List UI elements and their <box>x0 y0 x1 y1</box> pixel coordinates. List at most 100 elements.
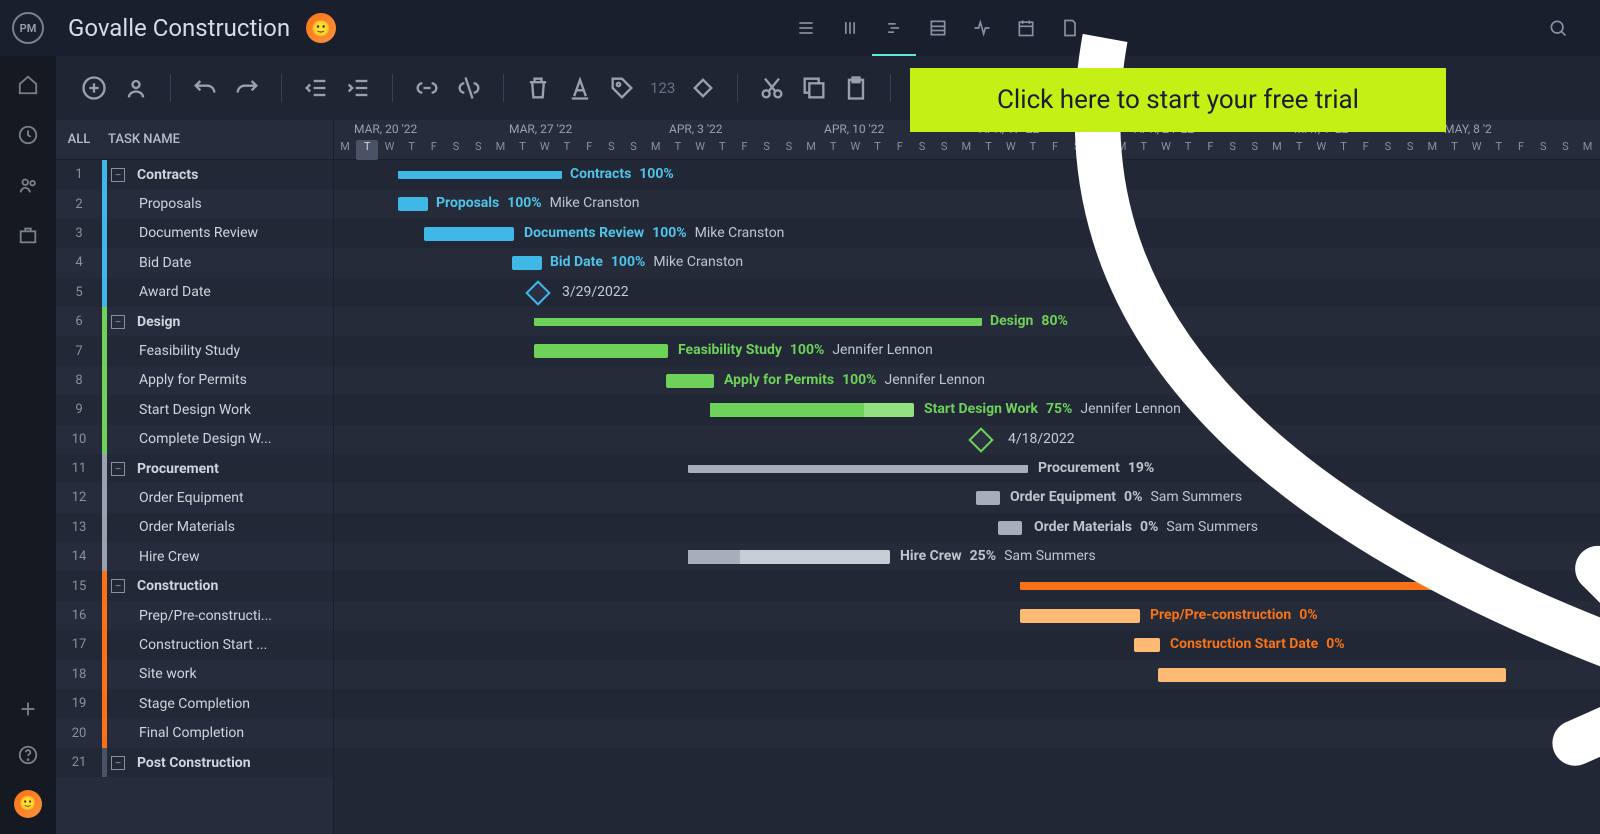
outdent-button[interactable] <box>302 74 330 102</box>
task-row[interactable]: 10Complete Design W... <box>56 425 333 454</box>
nav-avatar[interactable]: 🙂 <box>14 790 42 818</box>
collapse-toggle[interactable]: − <box>111 315 125 329</box>
home-icon[interactable] <box>17 74 39 96</box>
task-number: 9 <box>56 402 102 417</box>
briefcase-icon[interactable] <box>17 224 39 246</box>
gantt-bar-label: Proposals100%Mike Cranston <box>436 195 639 211</box>
task-name: Feasibility Study <box>107 343 240 359</box>
redo-button[interactable] <box>233 74 261 102</box>
task-row[interactable]: 16Prep/Pre-constructi... <box>56 601 333 630</box>
bar-percent: 100% <box>639 166 673 182</box>
task-row[interactable]: 4Bid Date <box>56 248 333 277</box>
help-icon[interactable] <box>17 744 39 766</box>
task-number: 21 <box>56 755 102 770</box>
gantt-task-bar[interactable] <box>424 227 514 241</box>
task-row[interactable]: 17Construction Start ... <box>56 630 333 659</box>
collapse-toggle[interactable]: − <box>111 756 125 770</box>
timeline-day: T <box>711 140 733 160</box>
task-number: 15 <box>56 579 102 594</box>
timeline-day: M <box>489 140 511 160</box>
priority-label[interactable]: 123 <box>650 79 675 97</box>
separator <box>503 74 504 102</box>
bar-task-name: Bid Date <box>550 254 603 270</box>
text-format-button[interactable] <box>566 74 594 102</box>
add-task-button[interactable] <box>80 74 108 102</box>
user-avatar[interactable]: 🙂 <box>306 13 336 43</box>
project-title: Govalle Construction <box>68 14 290 42</box>
clock-icon[interactable] <box>17 124 39 146</box>
assign-button[interactable] <box>122 74 150 102</box>
task-row[interactable]: 2 Proposals <box>56 189 333 218</box>
task-row[interactable]: 8Apply for Permits <box>56 366 333 395</box>
task-list: 1−Contracts 2 Proposals 3Documents Review4B… <box>56 160 333 777</box>
progress-fill <box>688 550 740 564</box>
task-number: 17 <box>56 637 102 652</box>
collapse-toggle[interactable]: − <box>111 579 125 593</box>
task-number: 6 <box>56 314 102 329</box>
task-row[interactable]: 6−Design <box>56 307 333 336</box>
separator <box>392 74 393 102</box>
task-row[interactable]: 11−Procurement <box>56 454 333 483</box>
collapse-toggle[interactable]: − <box>111 168 125 182</box>
unlink-button[interactable] <box>455 74 483 102</box>
gantt-task-bar[interactable] <box>512 256 542 270</box>
collapse-toggle[interactable]: − <box>111 462 125 476</box>
task-name: Proposals <box>107 196 202 212</box>
task-number: 13 <box>56 520 102 535</box>
indent-button[interactable] <box>344 74 372 102</box>
separator <box>281 74 282 102</box>
task-name: Award Date <box>107 284 211 300</box>
timeline-day: T <box>401 140 423 160</box>
left-nav: 🙂 <box>0 56 56 834</box>
task-number: 12 <box>56 490 102 505</box>
logo[interactable]: PM <box>12 12 44 44</box>
task-row[interactable]: 9Start Design Work <box>56 395 333 424</box>
task-row[interactable]: 21−Post Construction <box>56 748 333 777</box>
timeline-week: MAR, 27 '22 <box>509 122 572 136</box>
gantt-bar-label: Bid Date100%Mike Cranston <box>550 254 743 270</box>
team-icon[interactable] <box>17 174 39 196</box>
task-name: Stage Completion <box>107 696 250 712</box>
timeline-day: W <box>534 140 556 160</box>
task-number: 1 <box>56 167 102 182</box>
task-row[interactable]: 7 Feasibility Study <box>56 336 333 365</box>
gantt-task-bar[interactable] <box>534 344 668 358</box>
gantt-task-bar[interactable] <box>398 197 428 211</box>
bar-assignee: Mike Cranston <box>550 195 640 211</box>
timeline-day: W <box>378 140 400 160</box>
column-header-all[interactable]: ALL <box>56 132 102 147</box>
tag-button[interactable] <box>608 74 636 102</box>
timeline-day: S <box>600 140 622 160</box>
task-number: 5 <box>56 285 102 300</box>
milestone-marker[interactable] <box>525 280 550 305</box>
gantt-task-bar[interactable] <box>666 374 714 388</box>
column-header-name[interactable]: TASK NAME <box>102 132 180 147</box>
task-row[interactable]: 5 Award Date <box>56 278 333 307</box>
task-row[interactable]: 3Documents Review <box>56 219 333 248</box>
task-row[interactable]: 12Order Equipment <box>56 483 333 512</box>
task-number: 2 <box>56 197 102 212</box>
task-row[interactable]: 20Final Completion <box>56 718 333 747</box>
free-trial-cta[interactable]: Click here to start your free trial <box>910 68 1446 132</box>
link-button[interactable] <box>413 74 441 102</box>
task-row[interactable]: 1−Contracts <box>56 160 333 189</box>
plus-icon[interactable] <box>17 698 39 720</box>
task-number: 10 <box>56 432 102 447</box>
task-name: Site work <box>107 666 197 682</box>
task-row[interactable]: 13Order Materials <box>56 513 333 542</box>
task-row[interactable]: 15−Construction <box>56 571 333 600</box>
task-color-indicator <box>102 571 107 600</box>
task-row[interactable]: 19Stage Completion <box>56 689 333 718</box>
task-name: Apply for Permits <box>107 372 247 388</box>
bar-percent: 100% <box>652 225 686 241</box>
task-color-indicator <box>102 160 107 189</box>
task-row[interactable]: 18 Site work <box>56 660 333 689</box>
delete-button[interactable] <box>524 74 552 102</box>
task-number: 7 <box>56 344 102 359</box>
gantt-summary-bar[interactable] <box>398 171 562 179</box>
timeline-day: T <box>667 140 689 160</box>
task-row[interactable]: 14Hire Crew <box>56 542 333 571</box>
undo-button[interactable] <box>191 74 219 102</box>
milestone-button[interactable] <box>689 74 717 102</box>
task-number: 18 <box>56 667 102 682</box>
